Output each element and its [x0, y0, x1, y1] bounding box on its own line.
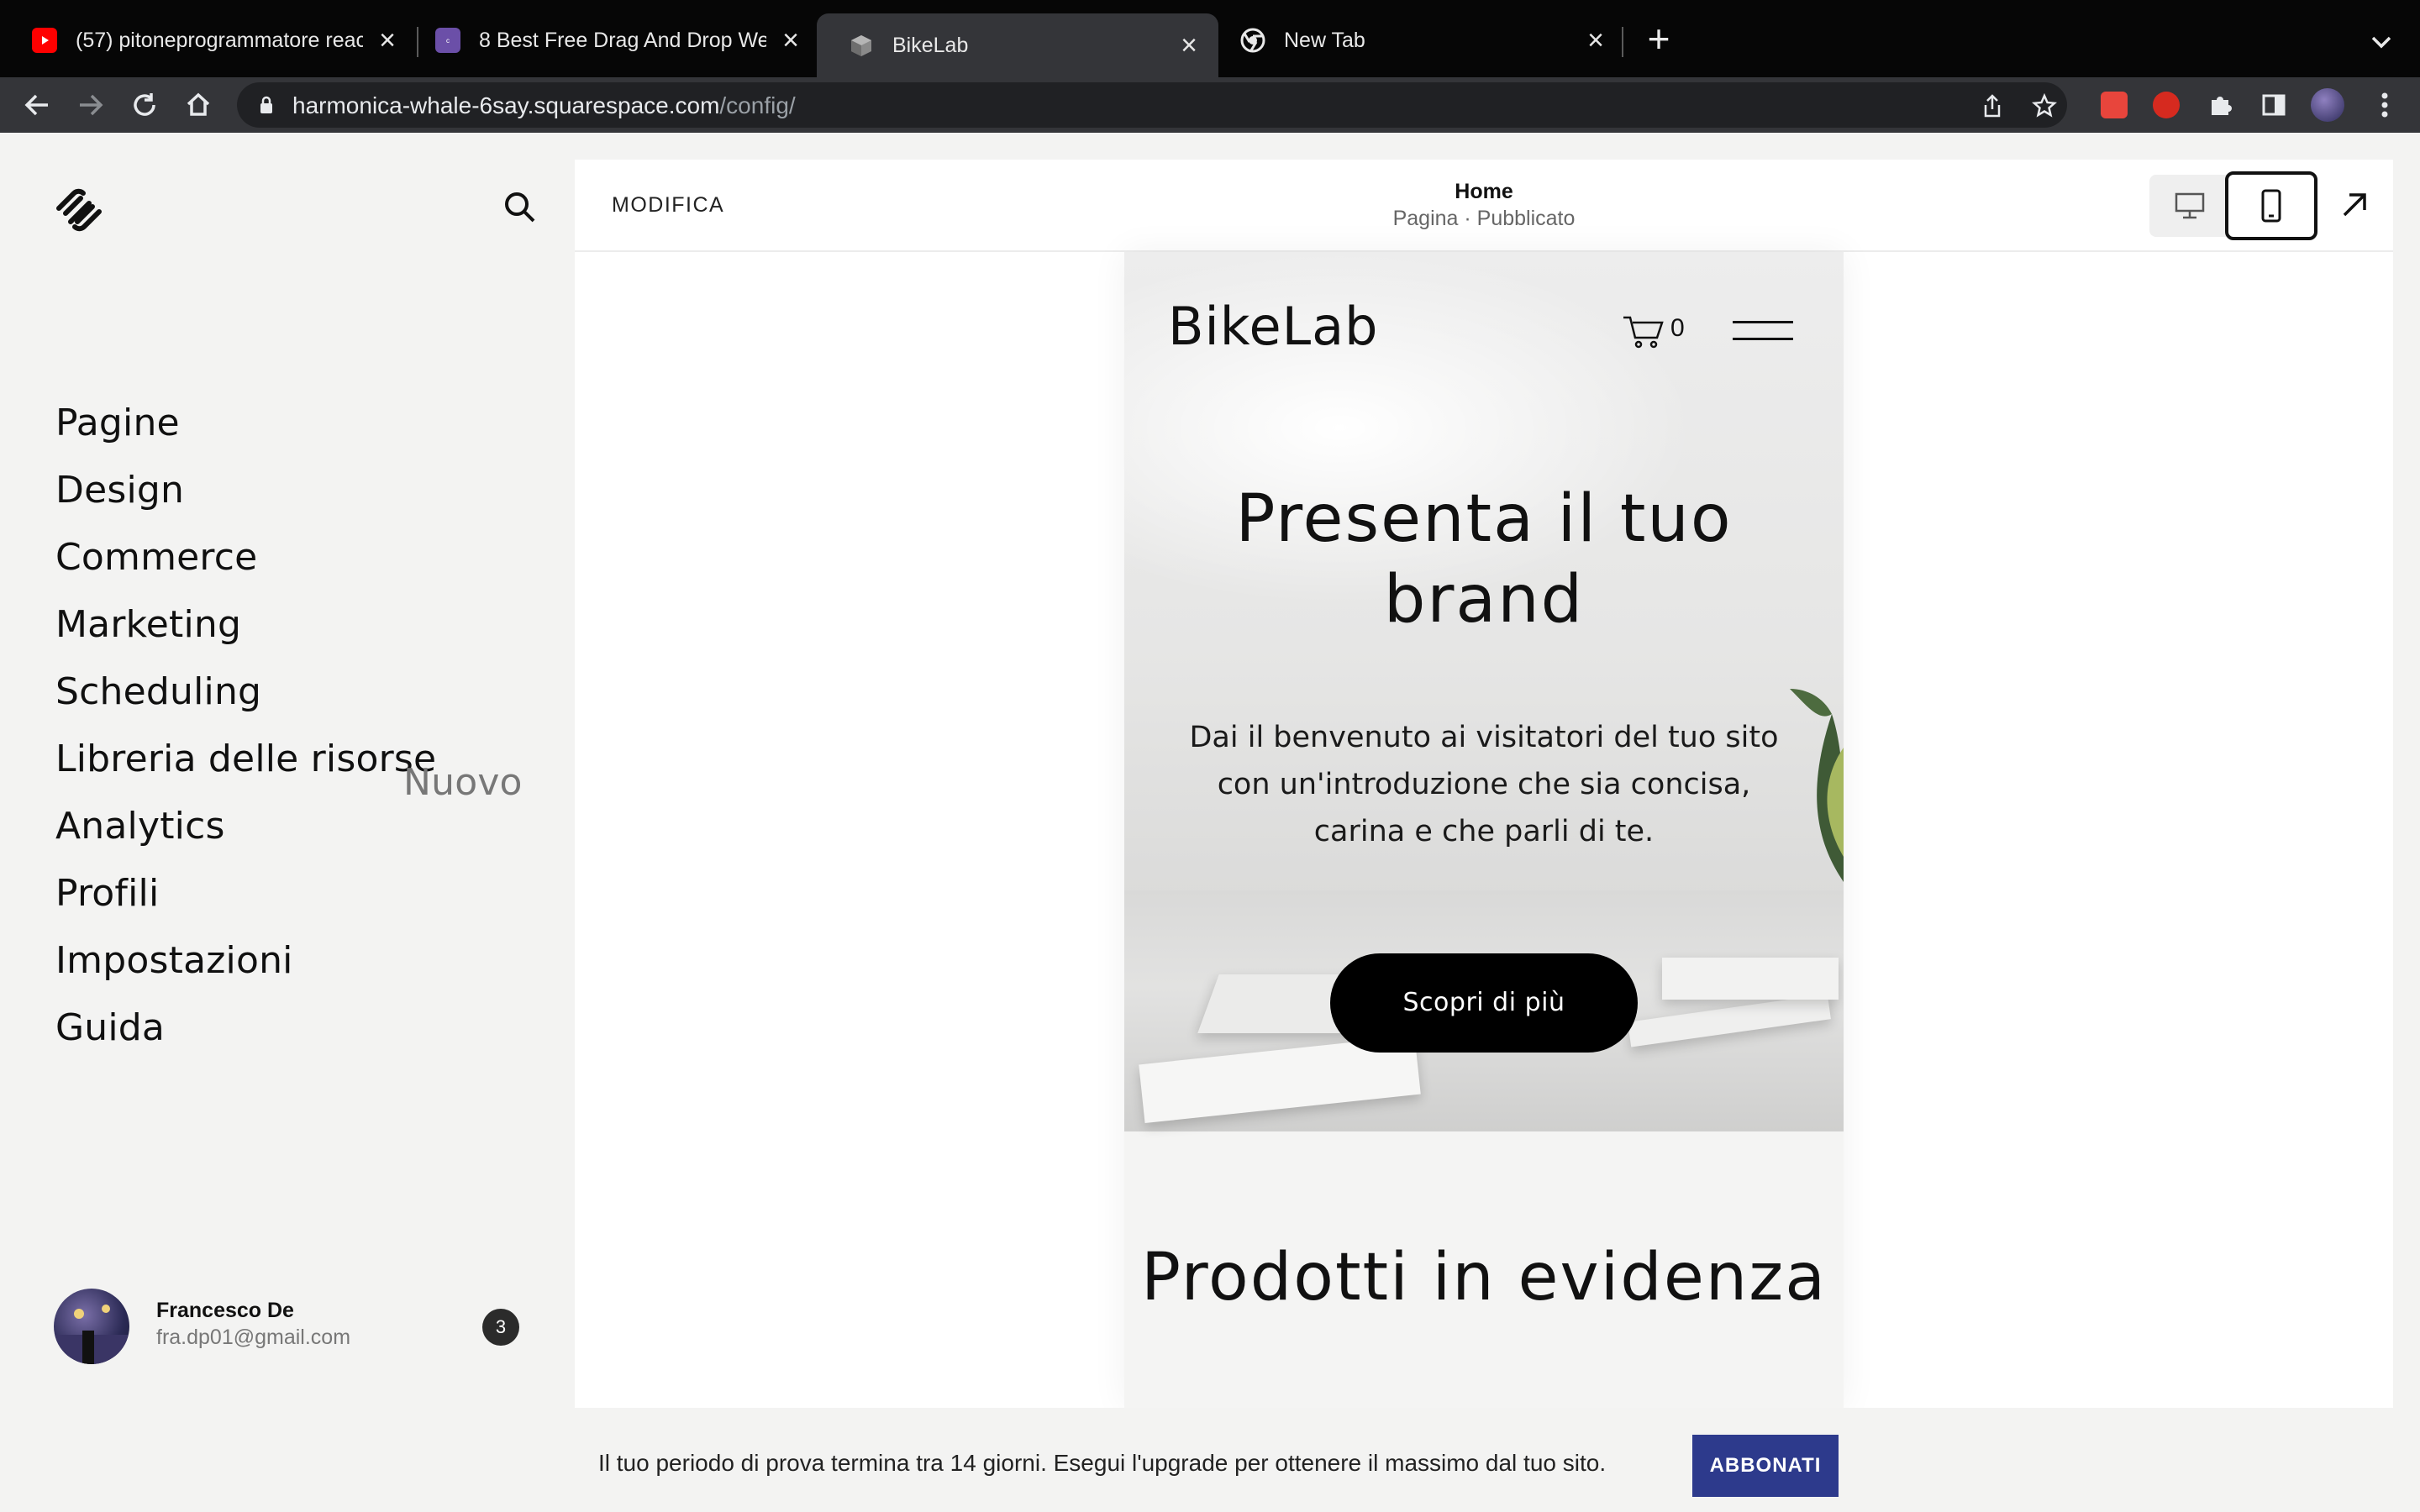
page-status: Pagina · Pubblicato [1392, 207, 1576, 230]
browser-toolbar: harmonica-whale-6say.squarespace.com/con… [0, 77, 2420, 133]
tab-youtube[interactable]: (57) pitoneprogrammatore reac × [0, 13, 417, 67]
cube-icon [849, 33, 874, 58]
share-icon[interactable] [1980, 93, 2005, 118]
new-tab-button[interactable]: + [1640, 19, 1677, 59]
home-button[interactable] [180, 87, 217, 123]
arrow-right-icon [80, 94, 103, 116]
page-title: Home [1455, 180, 1513, 203]
sidebar-item-scheduling[interactable]: Scheduling [55, 669, 543, 716]
tab-strip: (57) pitoneprogrammatore reac × c 8 Best… [0, 0, 2420, 77]
user-account[interactable]: Francesco De fra.dp01@gmail.com 3 [54, 1289, 541, 1364]
sidebar-item-libreria[interactable]: Libreria delle risorse Nuovo [55, 736, 543, 804]
sidebar-item-marketing[interactable]: Marketing [55, 601, 543, 648]
url-text[interactable]: harmonica-whale-6say.squarespace.com/con… [292, 92, 796, 119]
tab-colorlib[interactable]: c 8 Best Free Drag And Drop We × [403, 13, 820, 67]
notification-count-badge[interactable]: 3 [482, 1309, 519, 1346]
sidebar-nav: Pagine Design Commerce Marketing Schedul… [55, 400, 543, 1072]
book-shape [1628, 994, 1831, 1047]
colorlib-icon: c [435, 28, 460, 53]
trial-banner: Il tuo periodo di prova termina tra 14 g… [0, 1408, 2420, 1512]
squarespace-logo-icon[interactable] [54, 185, 104, 235]
editor-panel: MODIFICA Home Pagina · Pubblicato BikeLa… [575, 160, 2393, 1408]
forward-button[interactable] [72, 87, 109, 123]
sidebar-item-guida[interactable]: Guida [55, 1005, 543, 1052]
hamburger-menu-icon[interactable] [1733, 316, 1793, 343]
close-icon[interactable]: × [375, 26, 400, 55]
profile-avatar[interactable] [2309, 87, 2346, 123]
sidebar-item-profili[interactable]: Profili [55, 870, 543, 917]
featured-products-title: Prodotti in evidenza [1140, 1240, 1827, 1315]
url-path: /config/ [719, 92, 796, 118]
close-icon[interactable]: × [1583, 26, 1608, 55]
url-host: harmonica-whale-6say.squarespace.com [292, 92, 720, 118]
tab-divider [1622, 27, 1623, 57]
sidebar-item-pagine[interactable]: Pagine [55, 400, 543, 447]
star-icon[interactable] [2032, 93, 2057, 118]
mobile-icon [2261, 189, 2281, 223]
tab-title: BikeLab [892, 33, 969, 57]
book-shape [1662, 958, 1839, 1000]
extension-red-icon[interactable] [2096, 87, 2133, 123]
arrow-left-icon [24, 94, 48, 116]
lock-icon[interactable] [255, 94, 277, 116]
tab-title: (57) pitoneprogrammatore reac [76, 28, 363, 52]
sidebar-item-design[interactable]: Design [55, 467, 543, 514]
close-icon[interactable]: × [1176, 31, 1202, 60]
tab-new-tab[interactable]: New Tab × [1208, 13, 1625, 67]
youtube-icon [32, 28, 57, 53]
user-email: fra.dp01@gmail.com [156, 1326, 351, 1349]
subscribe-button[interactable]: ABBONATI [1692, 1435, 1839, 1497]
kebab-menu-icon[interactable] [2366, 87, 2403, 123]
puzzle-icon[interactable] [2202, 87, 2238, 123]
mobile-view-button[interactable] [2225, 171, 2317, 240]
cart-count[interactable]: 0 [1670, 314, 1685, 343]
sidebar-item-analytics[interactable]: Analytics [55, 803, 543, 850]
home-icon [187, 92, 210, 116]
trial-message: Il tuo periodo di prova termina tra 14 g… [598, 1450, 1607, 1476]
site-brand[interactable]: BikeLab [1168, 296, 1379, 357]
sidebar-item-impostazioni[interactable]: Impostazioni [55, 937, 543, 984]
sidebar: Pagine Design Commerce Marketing Schedul… [0, 133, 575, 1512]
editor-header: MODIFICA Home Pagina · Pubblicato [575, 160, 2393, 252]
tab-bikelab[interactable]: BikeLab × [817, 13, 1218, 77]
back-button[interactable] [18, 87, 55, 123]
avatar[interactable] [54, 1289, 129, 1364]
search-icon[interactable] [501, 188, 538, 225]
cart-icon[interactable] [1622, 312, 1665, 349]
extension-hand-icon[interactable] [2148, 87, 2185, 123]
tab-title: New Tab [1284, 28, 1365, 52]
tab-title: 8 Best Free Drag And Drop We [479, 28, 766, 52]
chrome-icon [1240, 28, 1265, 53]
address-bar[interactable]: harmonica-whale-6say.squarespace.com/con… [237, 82, 2067, 128]
chevron-down-icon[interactable] [2365, 25, 2398, 59]
desktop-view-button[interactable] [2149, 175, 2230, 237]
hero-headline: Presenta il tuo brand [1235, 481, 1733, 638]
close-icon[interactable]: × [778, 26, 803, 55]
sidebar-item-commerce[interactable]: Commerce [55, 534, 543, 581]
open-external-icon[interactable] [2336, 186, 2373, 223]
hero-section: BikeLab 0 Presenta il tuo brand Dai il b… [1124, 252, 1844, 1131]
reload-icon [134, 93, 155, 116]
desktop-icon [2175, 192, 2205, 219]
mobile-preview: BikeLab 0 Presenta il tuo brand Dai il b… [1124, 252, 1844, 1408]
sidepanel-icon[interactable] [2255, 87, 2292, 123]
reload-button[interactable] [126, 87, 163, 123]
new-badge: Nuovo [403, 761, 523, 804]
cta-button[interactable]: Scopri di più [1330, 953, 1638, 1053]
user-name: Francesco De [156, 1299, 294, 1322]
hero-intro: Dai il benvenuto ai visitatori del tuo s… [1189, 721, 1779, 848]
